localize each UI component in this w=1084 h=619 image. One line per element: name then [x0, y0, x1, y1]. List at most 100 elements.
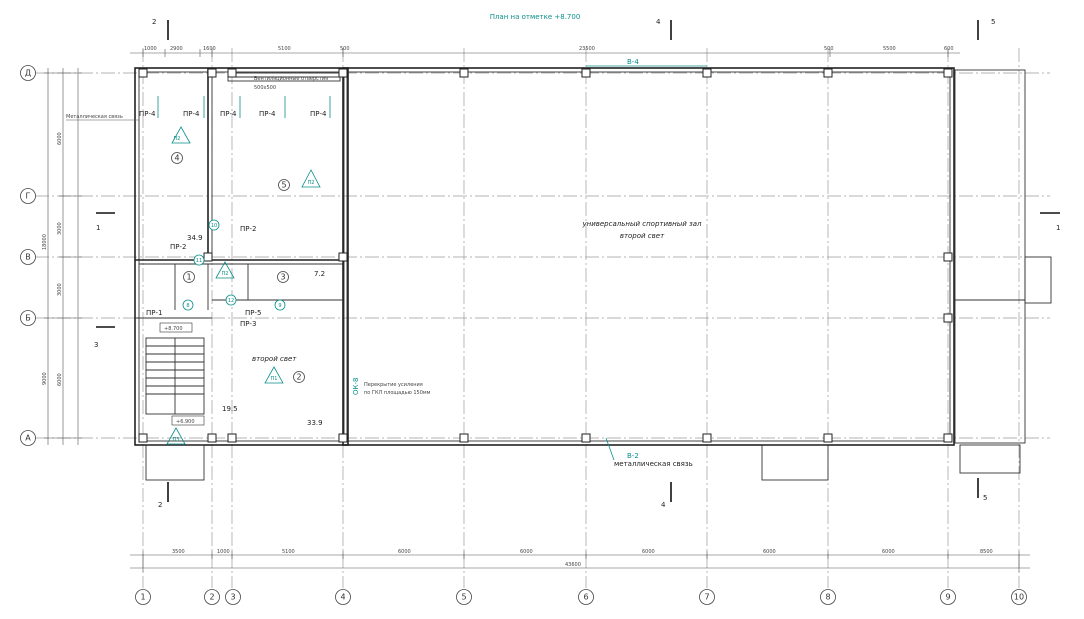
svg-text:Перекрытие усиления: Перекрытие усиления	[364, 382, 423, 388]
svg-text:3: 3	[94, 341, 98, 349]
svg-text:1: 1	[1056, 224, 1060, 232]
svg-text:6000: 6000	[882, 549, 895, 555]
svg-text:4: 4	[656, 18, 661, 26]
axis-label-d: Д	[25, 69, 31, 78]
svg-text:23500: 23500	[579, 46, 595, 52]
svg-text:1: 1	[186, 273, 191, 282]
svg-text:11: 11	[196, 258, 202, 264]
svg-text:5: 5	[281, 181, 286, 190]
svg-text:3: 3	[230, 593, 235, 602]
svg-text:500х500: 500х500	[254, 85, 276, 91]
svg-text:ПР-4: ПР-4	[259, 110, 276, 118]
svg-text:П1: П1	[271, 376, 278, 382]
svg-text:ПР-4: ПР-4	[310, 110, 327, 118]
drawing-notes: Металлическая связь Вентиляционные отвер…	[66, 76, 431, 396]
svg-text:2900: 2900	[170, 46, 183, 52]
svg-text:4: 4	[661, 501, 666, 509]
svg-text:10: 10	[1014, 593, 1024, 602]
building-walls	[134, 67, 1052, 481]
svg-text:ПР-4: ПР-4	[220, 110, 237, 118]
svg-text:+8.700: +8.700	[164, 326, 183, 332]
svg-text:7.2: 7.2	[314, 270, 325, 278]
svg-text:4: 4	[174, 154, 179, 163]
svg-text:6000: 6000	[642, 549, 655, 555]
axis-label-g: Г	[26, 192, 31, 201]
number-axis-bubbles: 1 2 3 4 5 6 7 8 9 10	[135, 589, 1027, 605]
room-numbers: 4 5 1 3 2	[171, 152, 305, 383]
svg-text:8: 8	[825, 593, 830, 602]
svg-text:5: 5	[983, 494, 987, 502]
svg-text:5500: 5500	[883, 46, 896, 52]
svg-text:33.9: 33.9	[307, 419, 323, 427]
svg-text:металлическая связь: металлическая связь	[614, 460, 693, 468]
svg-text:1600: 1600	[203, 46, 216, 52]
svg-text:5100: 5100	[278, 46, 291, 52]
svg-text:6000: 6000	[57, 373, 63, 386]
axis-label-a: А	[25, 434, 31, 443]
beam-v2-label: В-2	[627, 452, 639, 460]
svg-text:9000: 9000	[42, 372, 48, 385]
svg-text:П2: П2	[174, 136, 181, 142]
svg-text:2: 2	[152, 18, 156, 26]
svg-text:18000: 18000	[42, 234, 48, 250]
svg-text:1: 1	[140, 593, 145, 602]
svg-text:ПР-1: ПР-1	[146, 309, 162, 317]
plan-title: План на отметке +8.700	[490, 13, 581, 21]
beam-markings: В-4 В-2 металлическая связь ОК-8	[352, 58, 707, 468]
svg-text:универсальный спортивный зал: универсальный спортивный зал	[581, 220, 702, 228]
svg-text:3000: 3000	[57, 283, 63, 296]
second-light-label: второй свет	[252, 355, 297, 363]
svg-text:9: 9	[278, 303, 281, 309]
svg-text:9: 9	[945, 593, 950, 602]
horizontal-grid-lines	[35, 72, 1050, 439]
svg-text:3500: 3500	[172, 549, 185, 555]
svg-text:5100: 5100	[282, 549, 295, 555]
svg-text:ПР-3: ПР-3	[240, 320, 256, 328]
svg-text:6000: 6000	[398, 549, 411, 555]
svg-text:12: 12	[228, 298, 234, 304]
svg-text:3: 3	[280, 273, 285, 282]
svg-text:ПР-2: ПР-2	[170, 243, 186, 251]
axis-label-b: Б	[25, 314, 31, 323]
svg-text:по ГКЛ площадью 150мм: по ГКЛ площадью 150мм	[364, 390, 431, 396]
svg-text:5: 5	[461, 593, 466, 602]
svg-text:Вентиляционные отверстия: Вентиляционные отверстия	[254, 76, 328, 82]
svg-text:3000: 3000	[57, 222, 63, 235]
svg-text:6: 6	[583, 593, 588, 602]
svg-text:43600: 43600	[565, 562, 581, 568]
room-tag-triangles: П2 П2 П2 П1 П3	[166, 126, 321, 445]
svg-text:34.9: 34.9	[187, 234, 203, 242]
left-dimension-chains: 18000 9000 6000 3000 3000 6000	[42, 68, 82, 445]
svg-text:2: 2	[209, 593, 214, 602]
svg-text:ПР-4: ПР-4	[139, 110, 156, 118]
svg-text:19.5: 19.5	[222, 405, 238, 413]
svg-text:6000: 6000	[520, 549, 533, 555]
svg-text:Металлическая связь: Металлическая связь	[66, 114, 123, 120]
letter-axis-bubbles: Д Г В Б А	[20, 65, 36, 446]
svg-text:ПР-5: ПР-5	[245, 309, 261, 317]
section-cut-marks: 1 1 2 2 3 4 4 5 5	[94, 18, 1060, 509]
svg-text:ПР-2: ПР-2	[240, 225, 256, 233]
hall-label: универсальный спортивный зал второй свет	[581, 220, 702, 240]
bottom-dimension-chain: 3500 1000 5100 6000 6000 6000 6000 6000 …	[130, 549, 1030, 572]
svg-text:ПР-4: ПР-4	[183, 110, 200, 118]
ok8-label: ОК-8	[352, 378, 360, 395]
room-areas: 34.9 7.2 19.5 33.9	[187, 234, 325, 427]
svg-text:8500: 8500	[980, 549, 993, 555]
svg-text:1000: 1000	[144, 46, 157, 52]
floor-plan-drawing: План на отметке +8.700 Д Г В Б А 1 2 3 4…	[20, 13, 1060, 605]
pr-beam-labels: ПР-4 ПР-4 ПР-4 ПР-4 ПР-4 ПР-2 ПР-2 ПР-1 …	[139, 96, 331, 328]
svg-text:П2: П2	[222, 271, 229, 277]
svg-text:600: 600	[944, 46, 954, 52]
svg-text:1: 1	[96, 224, 100, 232]
svg-text:2: 2	[296, 373, 301, 382]
svg-text:второй свет: второй свет	[620, 232, 665, 240]
svg-text:10: 10	[211, 223, 217, 229]
svg-text:4: 4	[340, 593, 345, 602]
svg-text:6000: 6000	[57, 132, 63, 145]
svg-text:7: 7	[704, 593, 709, 602]
beam-v4-label: В-4	[627, 58, 639, 66]
svg-text:500: 500	[340, 46, 350, 52]
svg-text:5: 5	[991, 18, 995, 26]
top-dimension-chain: 1000 2900 1600 5100 500 23500 500 5500 6…	[130, 46, 960, 57]
